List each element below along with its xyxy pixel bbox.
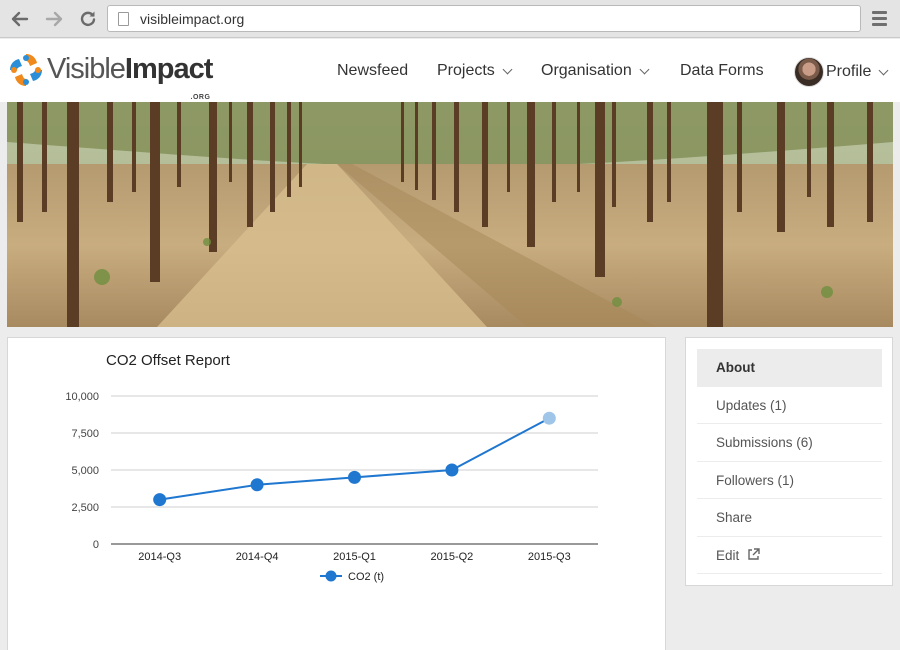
chevron-down-icon (639, 64, 650, 74)
legend-label: CO2 (t) (348, 571, 384, 583)
data-point (542, 411, 556, 425)
nav-organisation[interactable]: Organisation (541, 62, 650, 80)
chevron-down-icon (878, 65, 889, 75)
data-point (445, 463, 459, 477)
data-point (348, 470, 361, 484)
sidebar-item-label: Share (716, 510, 753, 525)
sidebar-item-followers[interactable]: Followers (1) (697, 462, 882, 499)
project-banner-image (7, 102, 893, 327)
address-bar[interactable]: visibleimpact.org (107, 5, 861, 32)
page-icon (118, 11, 129, 26)
x-tick-label: 2015-Q1 (333, 551, 376, 563)
sidebar-item-label: Followers (1) (716, 472, 795, 488)
nav-data-forms[interactable]: Data Forms (680, 62, 764, 80)
x-tick-label: 2014-Q3 (138, 551, 181, 563)
hamburger-menu-icon[interactable] (872, 11, 887, 26)
plantation-illustration (7, 102, 893, 327)
y-tick-label: 0 (93, 539, 99, 551)
logo-wordmark: VisibleImpact .ORG (47, 52, 213, 101)
nav-projects[interactable]: Projects (437, 62, 513, 80)
sidebar-item-about[interactable]: About (697, 349, 882, 387)
nav-organisation-label: Organisation (541, 62, 632, 79)
nav-data-forms-label: Data Forms (680, 62, 764, 79)
sidebar-item-submissions[interactable]: Submissions (6) (697, 424, 882, 462)
nav-newsfeed-label: Newsfeed (337, 62, 409, 79)
nav-profile[interactable]: Profile (794, 57, 889, 87)
sidebar-item-edit[interactable]: Edit (697, 537, 882, 574)
data-point (250, 478, 264, 492)
avatar (794, 57, 824, 87)
site-header: VisibleImpact .ORG Newsfeed Projects Org… (0, 39, 900, 102)
y-tick-label: 2,500 (71, 502, 99, 514)
nav-profile-label: Profile (826, 63, 872, 80)
sidebar-item-label: Updates (1) (716, 397, 787, 413)
sidebar-item-share[interactable]: Share (697, 499, 882, 537)
chevron-down-icon (502, 64, 513, 74)
sidebar-menu: About Updates (1) Submissions (6) Follow… (697, 349, 882, 574)
y-tick-label: 10,000 (65, 391, 99, 403)
project-sidebar: About Updates (1) Submissions (6) Follow… (685, 337, 893, 586)
y-tick-label: 7,500 (71, 428, 99, 440)
sidebar-item-label: Edit (716, 547, 740, 563)
nav-newsfeed[interactable]: Newsfeed (337, 62, 408, 80)
co2-chart-card: CO2 Offset Report 0 2,500 5,000 7,500 10,000… (7, 337, 666, 650)
url-text: visibleimpact.org (140, 10, 245, 27)
forward-arrow-icon[interactable] (41, 6, 67, 32)
x-tick-label: 2015-Q3 (528, 551, 571, 563)
sidebar-item-label: About (716, 360, 755, 375)
back-arrow-icon[interactable] (7, 6, 33, 32)
data-point (153, 493, 167, 507)
nav-projects-label: Projects (437, 62, 495, 79)
co2-line-chart: 0 2,500 5,000 7,500 10,000 2014-Q3 2014-Q4 2015… (65, 391, 598, 583)
sidebar-item-label: Submissions (6) (716, 435, 813, 450)
logo-mark-icon (8, 52, 44, 88)
series-line-co2 (159, 417, 550, 501)
x-tick-label: 2015-Q2 (430, 551, 473, 563)
browser-toolbar: visibleimpact.org (0, 0, 900, 38)
sidebar-item-updates[interactable]: Updates (1) (697, 387, 882, 424)
y-tick-label: 5,000 (71, 465, 99, 477)
external-link-icon (748, 548, 760, 560)
visibleimpact-logo[interactable]: VisibleImpact .ORG (8, 52, 213, 101)
legend-marker (325, 570, 337, 582)
logo-visible-text: Visible (47, 53, 126, 85)
reload-icon[interactable] (75, 6, 101, 32)
x-tick-label: 2014-Q4 (236, 551, 279, 563)
